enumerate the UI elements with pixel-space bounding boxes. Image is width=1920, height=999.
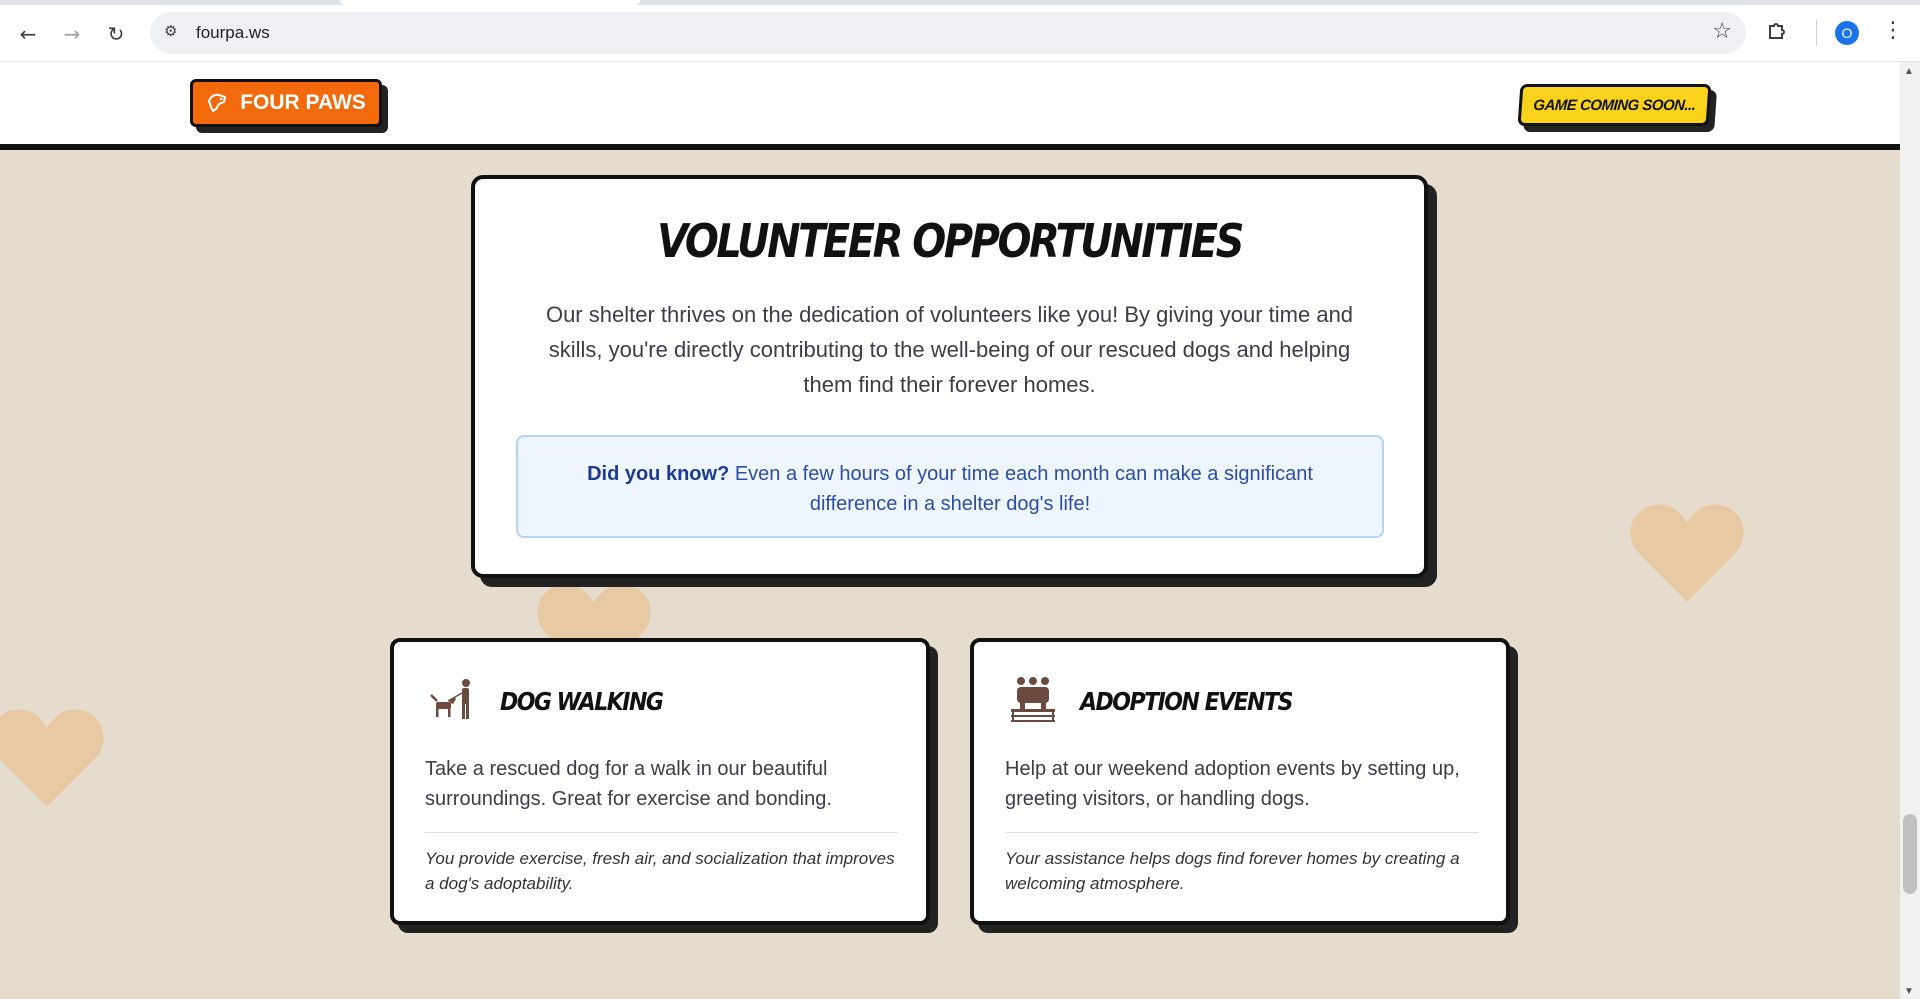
card-title: DOG WALKING [500,688,664,717]
back-arrow-icon[interactable]: ← [12,18,44,50]
profile-avatar[interactable]: O [1835,21,1859,45]
star-icon[interactable]: ☆ [1712,19,1732,44]
adoption-event-icon [1008,675,1058,725]
did-you-know-box: Did you know? Even a few hours of your t… [516,435,1384,538]
card-divider [425,832,898,833]
card-divider [1005,832,1478,833]
card-title: ADOPTION EVENTS [1080,688,1293,717]
browser-toolbar: ← → ↻ ⚙ fourpa.ws ☆ O ⋮ [0,0,1920,62]
reload-icon[interactable]: ↻ [100,18,132,50]
puzzle-icon[interactable] [1766,18,1796,48]
active-tab[interactable] [340,0,640,5]
did-you-know-label: Did you know? [587,463,730,485]
heart-decoration-icon [0,705,106,809]
kebab-menu-icon[interactable]: ⋮ [1882,18,1904,48]
adoption-events-card: ADOPTION EVENTS Help at our weekend adop… [970,638,1510,925]
card-impact: You provide exercise, fresh air, and soc… [425,849,895,893]
forward-arrow-icon[interactable]: → [56,18,88,50]
section-title: VOLUNTEER OPPORTUNITIES [657,215,1244,269]
toolbar-divider [1816,20,1817,46]
page-scrollbar[interactable]: ▲ ▼ [1900,62,1920,999]
intro-text: Our shelter thrives on the dedication of… [545,302,1354,397]
paw-icon [206,91,230,115]
tune-icon[interactable]: ⚙ [164,22,186,44]
four-paws-logo-button[interactable]: FOUR PAWS [190,79,382,127]
address-bar[interactable]: ⚙ fourpa.ws ☆ [150,12,1746,54]
site-header: FOUR PAWS GAME COMING SOON... [0,62,1900,150]
tab-strip [0,0,1920,5]
heart-decoration-icon [1628,500,1746,604]
volunteer-intro-card: VOLUNTEER OPPORTUNITIES Our shelter thri… [471,175,1428,578]
game-coming-soon-button[interactable]: GAME COMING SOON... [1517,84,1712,126]
dog-walking-icon [428,675,478,725]
scroll-down-arrow-icon[interactable]: ▼ [1904,986,1914,997]
url-text[interactable]: fourpa.ws [196,23,270,43]
card-description: Take a rescued dog for a walk in our bea… [425,758,832,810]
scroll-up-arrow-icon[interactable]: ▲ [1904,66,1914,77]
scrollbar-thumb[interactable] [1903,814,1917,894]
card-description: Help at our weekend adoption events by s… [1005,758,1460,810]
card-impact: Your assistance helps dogs find forever … [1005,849,1460,893]
logo-label: FOUR PAWS [240,91,366,114]
did-you-know-text: Even a few hours of your time each month… [729,463,1313,515]
dog-walking-card: DOG WALKING Take a rescued dog for a wal… [390,638,930,925]
